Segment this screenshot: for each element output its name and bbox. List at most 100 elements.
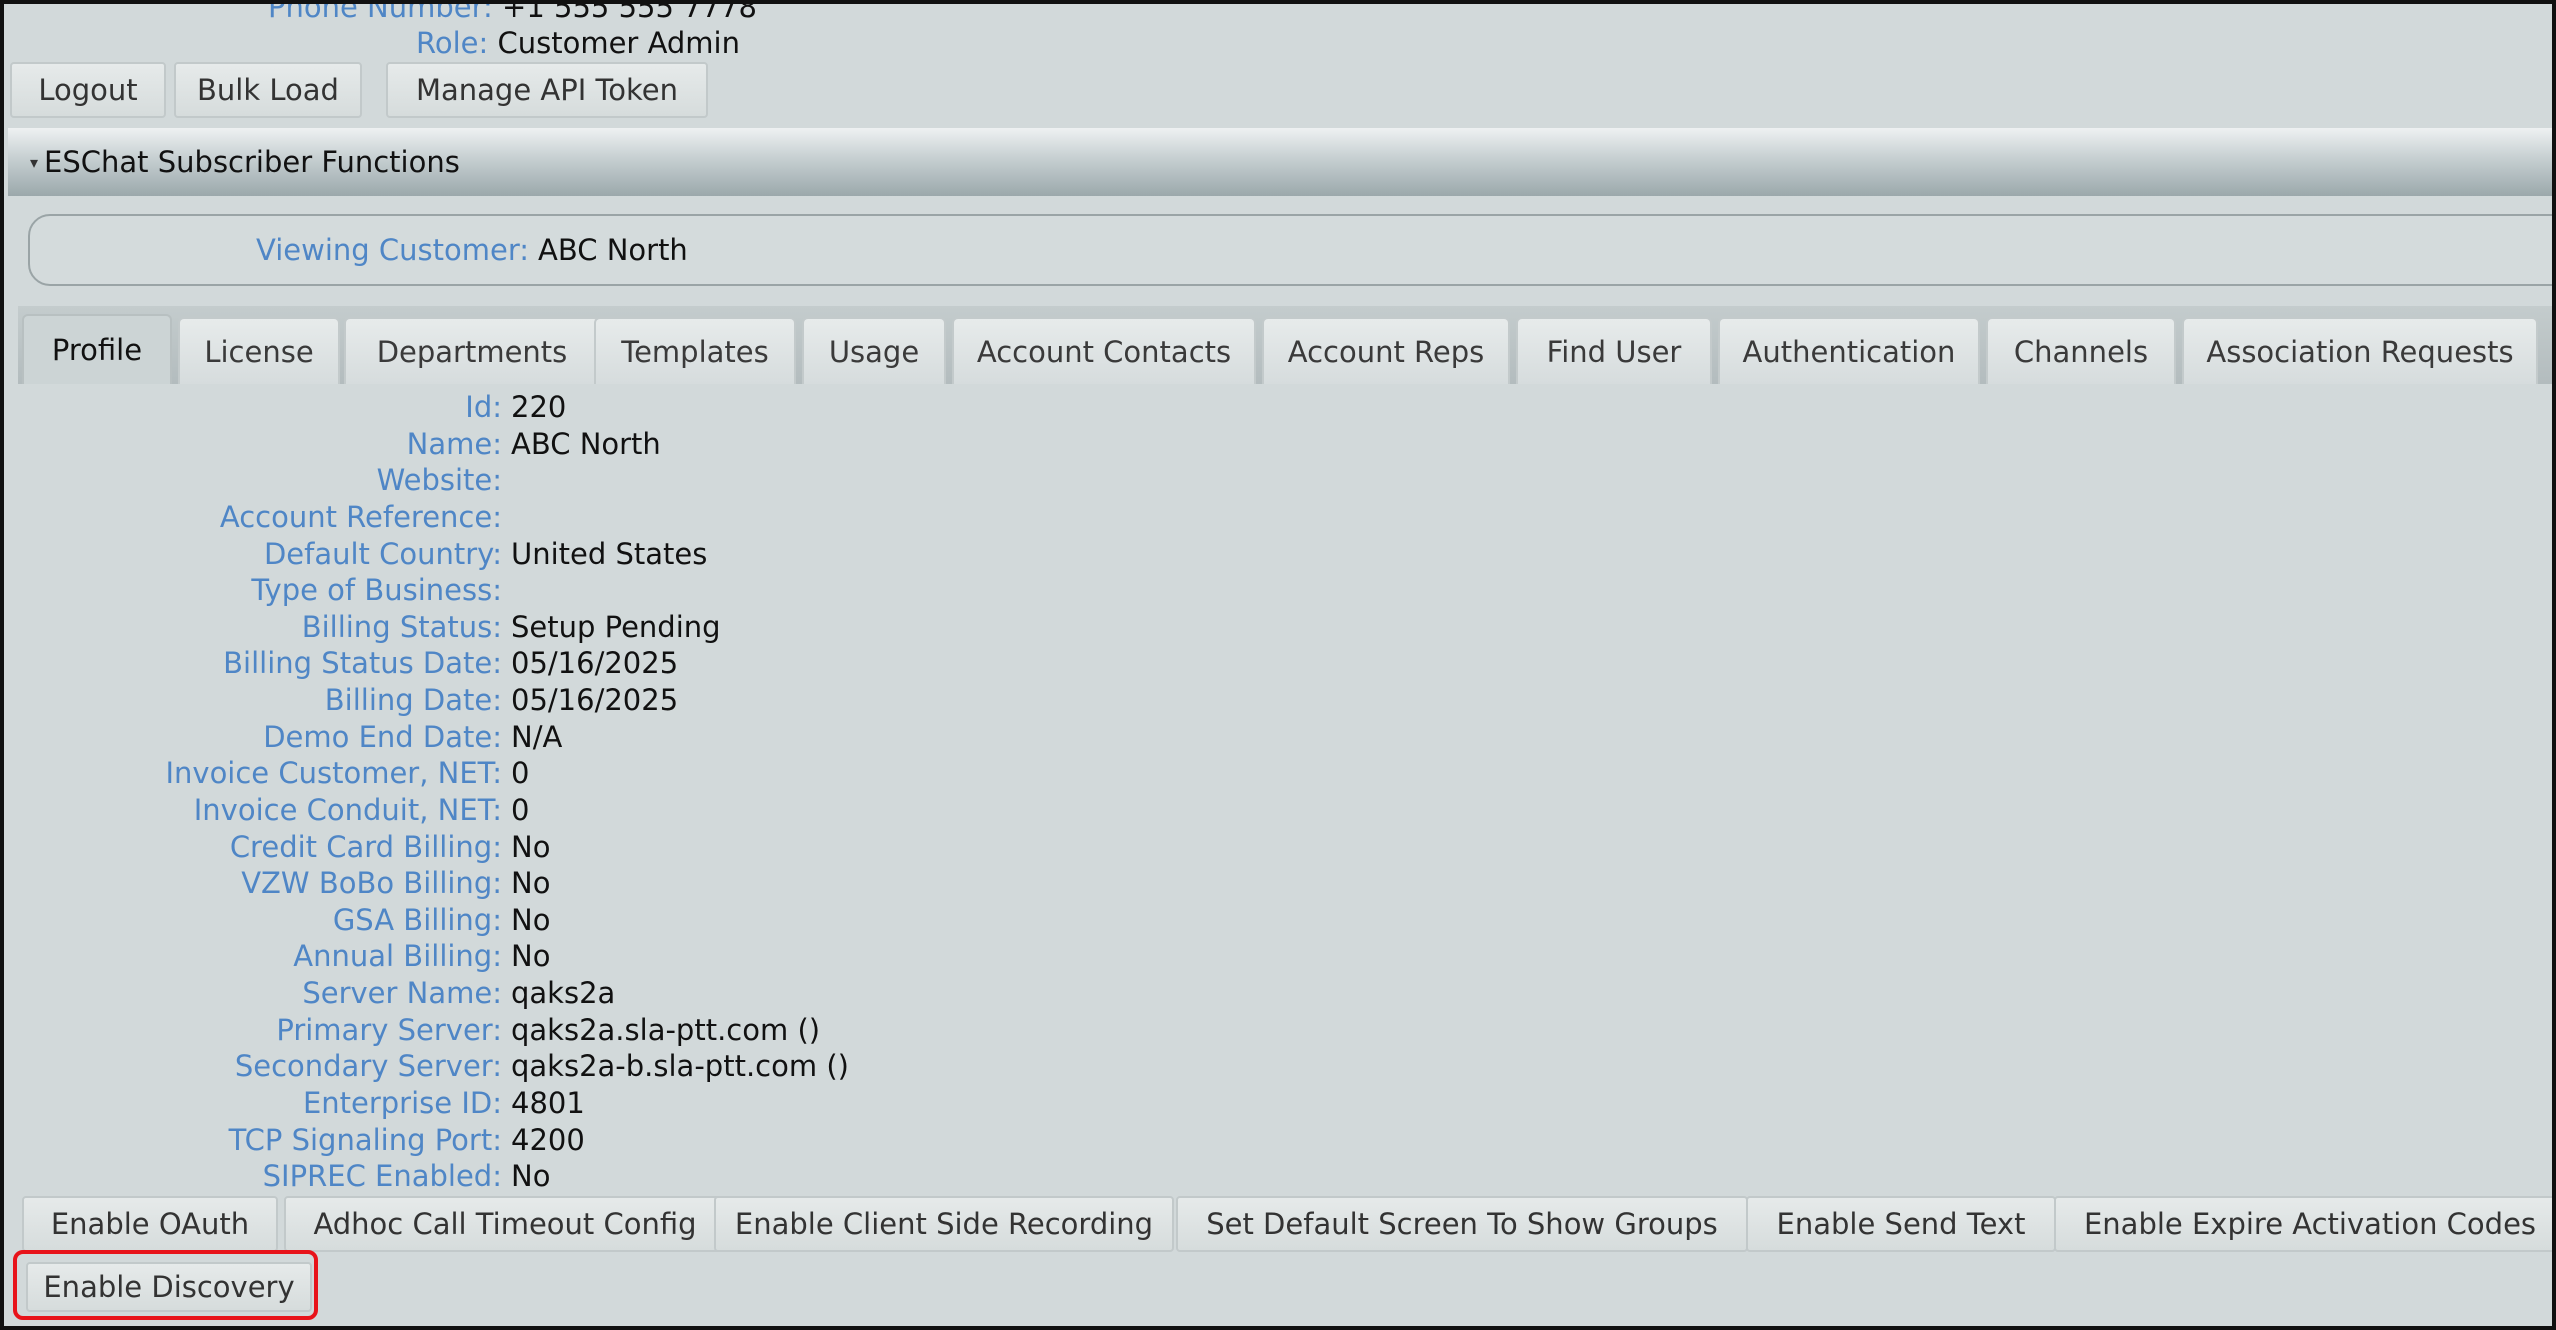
- field-account-reference: Account Reference:: [4, 500, 2552, 536]
- role-label: Role:: [416, 26, 489, 60]
- discovery-highlight: Enable Discovery: [13, 1250, 318, 1320]
- manage-api-token-button[interactable]: Manage API Token: [386, 62, 708, 118]
- field-label: Credit Card Billing:: [229, 830, 502, 864]
- viewing-customer-label: Viewing Customer:: [256, 233, 530, 267]
- field-value: No: [511, 1159, 551, 1193]
- field-label: Id:: [465, 390, 502, 424]
- tab-channels[interactable]: Channels: [1986, 317, 2176, 384]
- field-label: Server Name:: [302, 976, 502, 1010]
- field-label: Demo End Date:: [263, 720, 502, 754]
- field-value: qaks2a-b.sla-ptt.com (): [511, 1049, 849, 1083]
- field-siprec-enabled: SIPREC Enabled: No: [4, 1159, 2552, 1195]
- tab-association-requests[interactable]: Association Requests: [2182, 317, 2538, 384]
- enable-expire-activation-codes-button[interactable]: Enable Expire Activation Codes: [2054, 1196, 2552, 1252]
- field-label: SIPREC Enabled:: [262, 1159, 502, 1193]
- field-primary-server: Primary Server: qaks2a.sla-ptt.com (): [4, 1013, 2552, 1049]
- field-id: Id: 220: [4, 390, 2552, 426]
- tab-bar: Profile License Departments Templates Us…: [18, 306, 2552, 384]
- field-enterprise-id: Enterprise ID: 4801: [4, 1086, 2552, 1122]
- field-label: Account Reference:: [219, 500, 502, 534]
- field-value: No: [511, 939, 551, 973]
- field-billing-date: Billing Date: 05/16/2025: [4, 683, 2552, 719]
- tab-account-reps[interactable]: Account Reps: [1262, 317, 1510, 384]
- field-server-name: Server Name: qaks2a: [4, 976, 2552, 1012]
- set-default-screen-to-show-groups-button[interactable]: Set Default Screen To Show Groups: [1176, 1196, 1748, 1252]
- tab-departments[interactable]: Departments: [344, 317, 600, 384]
- field-label: Invoice Conduit, NET:: [193, 793, 502, 827]
- field-label: Enterprise ID:: [302, 1086, 502, 1120]
- field-label: Primary Server:: [276, 1013, 502, 1047]
- field-billing-status: Billing Status: Setup Pending: [4, 610, 2552, 646]
- field-value: 0: [511, 793, 530, 827]
- tab-authentication[interactable]: Authentication: [1718, 317, 1980, 384]
- viewing-customer-value: ABC North: [538, 233, 688, 267]
- tab-account-contacts[interactable]: Account Contacts: [952, 317, 1256, 384]
- section-title: ESChat Subscriber Functions: [44, 145, 460, 179]
- field-credit-card-billing: Credit Card Billing: No: [4, 830, 2552, 866]
- collapse-caret-icon[interactable]: ▾: [30, 153, 38, 172]
- field-billing-status-date: Billing Status Date: 05/16/2025: [4, 646, 2552, 682]
- tab-usage[interactable]: Usage: [802, 317, 946, 384]
- field-tcp-signaling-port: TCP Signaling Port: 4200: [4, 1123, 2552, 1159]
- field-value: No: [511, 903, 551, 937]
- viewing-customer-box: Viewing Customer: ABC North: [28, 214, 2552, 286]
- field-value: N/A: [511, 720, 563, 754]
- phone-row: Phone Number: +1 555 555 7778: [268, 0, 757, 24]
- field-label: Default Country:: [263, 537, 502, 571]
- field-label: Annual Billing:: [293, 939, 502, 973]
- field-value: 4801: [511, 1086, 585, 1120]
- bulk-load-button[interactable]: Bulk Load: [174, 62, 362, 118]
- logout-button[interactable]: Logout: [10, 62, 166, 118]
- field-label: Invoice Customer, NET:: [165, 756, 502, 790]
- tab-templates[interactable]: Templates: [594, 317, 796, 384]
- role-row: Role: Customer Admin: [416, 26, 740, 60]
- phone-label: Phone Number:: [268, 0, 493, 24]
- field-label: Name:: [406, 427, 502, 461]
- action-buttons-row: Enable OAuth Adhoc Call Timeout Config E…: [22, 1196, 2552, 1252]
- field-name: Name: ABC North: [4, 427, 2552, 463]
- field-gsa-billing: GSA Billing: No: [4, 903, 2552, 939]
- field-invoice-conduit-net: Invoice Conduit, NET: 0: [4, 793, 2552, 829]
- field-label: Type of Business:: [251, 573, 502, 607]
- field-label: Billing Date:: [324, 683, 502, 717]
- section-header[interactable]: ▾ ESChat Subscriber Functions: [8, 128, 2552, 196]
- field-label: TCP Signaling Port:: [228, 1123, 502, 1157]
- enable-client-side-recording-button[interactable]: Enable Client Side Recording: [714, 1196, 1174, 1252]
- phone-value: +1 555 555 7778: [502, 0, 757, 24]
- adhoc-call-timeout-config-button[interactable]: Adhoc Call Timeout Config: [284, 1196, 726, 1252]
- field-value: qaks2a.sla-ptt.com (): [511, 1013, 821, 1047]
- field-value: No: [511, 830, 551, 864]
- field-value: 05/16/2025: [511, 683, 679, 717]
- field-value: No: [511, 866, 551, 900]
- tab-profile[interactable]: Profile: [22, 314, 172, 384]
- field-value: 0: [511, 756, 530, 790]
- field-secondary-server: Secondary Server: qaks2a-b.sla-ptt.com (…: [4, 1049, 2552, 1085]
- enable-send-text-button[interactable]: Enable Send Text: [1746, 1196, 2056, 1252]
- role-value: Customer Admin: [497, 26, 740, 60]
- field-value: United States: [511, 537, 708, 571]
- field-invoice-customer-net: Invoice Customer, NET: 0: [4, 756, 2552, 792]
- field-value: 4200: [511, 1123, 585, 1157]
- field-value: Setup Pending: [511, 610, 721, 644]
- field-label: Billing Status Date:: [223, 646, 502, 680]
- field-value: qaks2a: [511, 976, 616, 1010]
- tab-license[interactable]: License: [178, 317, 340, 384]
- field-demo-end-date: Demo End Date: N/A: [4, 720, 2552, 756]
- enable-oauth-button[interactable]: Enable OAuth: [22, 1196, 278, 1252]
- tab-find-user[interactable]: Find User: [1516, 317, 1712, 384]
- field-label: Billing Status:: [301, 610, 502, 644]
- field-label: Secondary Server:: [234, 1049, 502, 1083]
- field-annual-billing: Annual Billing: No: [4, 939, 2552, 975]
- page-frame: Phone Number: +1 555 555 7778 Role: Cust…: [0, 0, 2556, 1330]
- field-label: GSA Billing:: [332, 903, 502, 937]
- field-vzw-bobo-billing: VZW BoBo Billing: No: [4, 866, 2552, 902]
- field-value: 220: [511, 390, 567, 424]
- field-type-of-business: Type of Business:: [4, 573, 2552, 609]
- enable-discovery-button[interactable]: Enable Discovery: [26, 1262, 312, 1312]
- field-label: Website:: [376, 463, 502, 497]
- field-value: 05/16/2025: [511, 646, 679, 680]
- field-label: VZW BoBo Billing:: [241, 866, 502, 900]
- field-value: ABC North: [511, 427, 661, 461]
- field-default-country: Default Country: United States: [4, 537, 2552, 573]
- field-website: Website:: [4, 463, 2552, 499]
